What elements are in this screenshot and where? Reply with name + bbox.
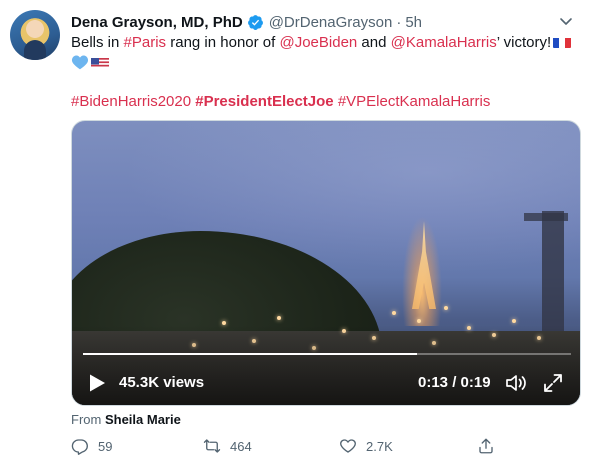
text-part: and [357, 34, 391, 51]
avatar[interactable] [10, 10, 60, 60]
reply-button[interactable]: 59 [71, 437, 112, 455]
video-source: From Sheila Marie [71, 412, 181, 427]
video-timecode: 0:13 / 0:19 [418, 374, 491, 391]
author-handle[interactable]: @DrDenaGrayson [269, 14, 393, 31]
hashtags-line: #BidenHarris2020 #PresidentElectJoe #VPE… [71, 92, 490, 112]
tweet-header: Dena Grayson, MD, PhD @DrDenaGrayson · 5… [71, 11, 574, 33]
reply-icon [71, 439, 88, 455]
like-icon [340, 439, 356, 453]
tweet-text: Bells in #Paris rang in honor of @JoeBid… [71, 33, 581, 73]
share-icon [479, 438, 493, 454]
video-frame-mast-bar [524, 213, 568, 221]
retweet-count: 464 [230, 438, 252, 454]
author-name[interactable]: Dena Grayson, MD, PhD [71, 14, 243, 31]
video-progress-fill [83, 353, 417, 355]
video-progress-bar[interactable] [83, 353, 571, 355]
reply-count: 59 [98, 438, 113, 454]
chevron-down-icon[interactable] [558, 13, 574, 29]
hashtag-link[interactable]: #VPElectKamalaHarris [338, 93, 491, 110]
from-source-link[interactable]: Sheila Marie [105, 412, 181, 427]
hashtag-link[interactable]: #Paris [124, 34, 167, 51]
like-count: 2.7K [366, 438, 393, 454]
from-label: From [71, 412, 102, 427]
tweet-actions: 59 464 2.7K [71, 437, 501, 461]
separator-dot: · [396, 13, 402, 31]
hashtag-link[interactable]: #BidenHarris2020 [71, 93, 191, 110]
video-frame-mast [542, 211, 564, 331]
volume-icon[interactable] [504, 371, 528, 395]
heart-emoji-icon [71, 54, 89, 70]
tweet[interactable]: Dena Grayson, MD, PhD @DrDenaGrayson · 5… [0, 0, 594, 464]
text-part: rang in honor of [166, 34, 280, 51]
like-button[interactable]: 2.7K [339, 437, 393, 455]
mention-link[interactable]: @JoeBiden [279, 34, 357, 51]
text-part: ’ victory! [496, 34, 552, 51]
tweet-time[interactable]: 5h [405, 14, 422, 31]
text-part: Bells in [71, 34, 124, 51]
fullscreen-icon[interactable] [542, 372, 564, 394]
verified-badge-icon [247, 14, 264, 31]
usa-flag-icon [91, 56, 109, 68]
retweet-button[interactable]: 464 [203, 437, 252, 455]
mention-link[interactable]: @KamalaHarris [391, 34, 497, 51]
video-player[interactable]: 45.3K views 0:13 / 0:19 [71, 120, 581, 406]
retweet-icon [203, 439, 221, 453]
play-icon[interactable] [88, 373, 106, 393]
hashtag-link[interactable]: #PresidentElectJoe [195, 93, 333, 110]
share-button[interactable] [477, 437, 504, 455]
video-views: 45.3K views [119, 374, 205, 391]
france-flag-icon [553, 36, 572, 48]
